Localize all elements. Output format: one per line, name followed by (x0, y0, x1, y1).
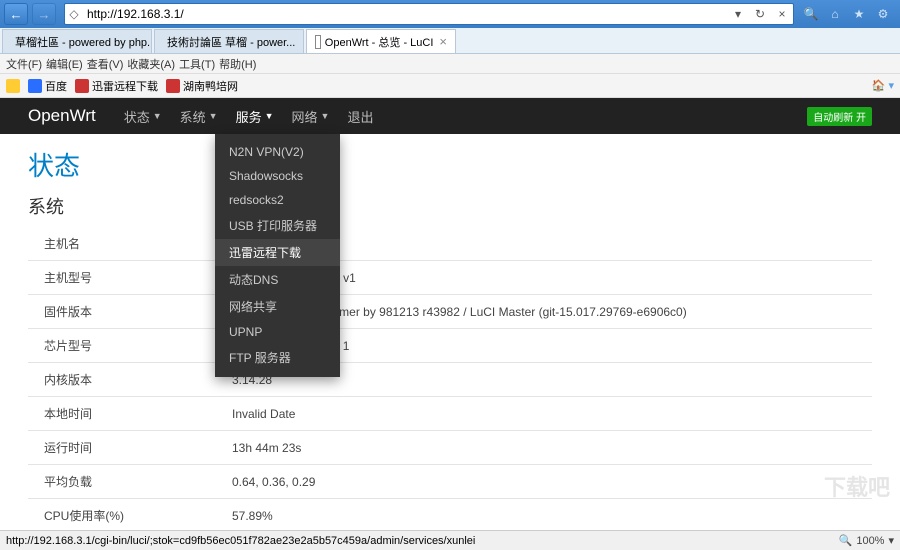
menu-file[interactable]: 文件(F) (6, 56, 42, 72)
services-dropdown: N2N VPN(V2)Shadowsocksredsocks2USB 打印服务器… (215, 134, 340, 377)
bookmark-xunlei[interactable]: 迅雷远程下载 (75, 78, 158, 94)
table-row: 本地时间Invalid Date (28, 397, 872, 431)
dropdown-item[interactable]: 迅雷远程下载 (215, 239, 340, 266)
chevron-down-icon: ▼ (209, 111, 218, 121)
table-row: CPU使用率(%)57.89% (28, 499, 872, 531)
row-value: 13h 44m 23s (228, 431, 872, 465)
system-info-table: 主机名OpenWrt主机型号TP-Link TL-MR3420 v1固件版本Op… (28, 227, 872, 530)
home-icon[interactable]: ⌂ (826, 5, 844, 23)
home-icon[interactable]: 🏠 ▾ (872, 79, 894, 92)
dropdown-item[interactable]: 网络共享 (215, 293, 340, 320)
address-bar: ◇ ▾ ↻ × (64, 3, 794, 25)
dropdown-item[interactable]: N2N VPN(V2) (215, 140, 340, 164)
favorites-button[interactable] (6, 79, 20, 93)
forward-button[interactable]: → (32, 3, 56, 25)
search-icon[interactable]: 🔍 (802, 5, 820, 23)
url-input[interactable] (83, 7, 727, 21)
gear-icon[interactable]: ⚙ (874, 5, 892, 23)
nav-status[interactable]: 状态▼ (124, 107, 162, 126)
star-icon (6, 79, 20, 93)
dropdown-item[interactable]: Shadowsocks (215, 164, 340, 188)
chevron-down-icon: ▼ (153, 111, 162, 121)
row-key: 内核版本 (28, 363, 228, 397)
dropdown-item[interactable]: UPNP (215, 320, 340, 344)
zoom-control[interactable]: 🔍 100% ▾ (839, 534, 894, 547)
table-row: 主机名OpenWrt (28, 227, 872, 261)
nav-logout[interactable]: 退出 (347, 107, 373, 126)
content-area: 状态 系统 主机名OpenWrt主机型号TP-Link TL-MR3420 v1… (0, 134, 900, 530)
table-row: 平均负载0.64, 0.36, 0.29 (28, 465, 872, 499)
menu-view[interactable]: 查看(V) (87, 56, 124, 72)
chevron-down-icon: ▼ (321, 111, 330, 121)
bookmarks-bar: 百度 迅雷远程下载 湖南鸭培网 🏠 ▾ (0, 74, 900, 98)
baidu-icon (28, 79, 42, 93)
page-title: 状态 (28, 146, 872, 183)
tab-label: 草榴社區 - powered by php... (15, 34, 152, 50)
row-key: 主机名 (28, 227, 228, 261)
tab-label: 技術討論區 草榴 - power... (167, 34, 295, 50)
row-key: CPU使用率(%) (28, 499, 228, 531)
tab-3[interactable]: OpenWrt - 总览 - LuCI × (306, 29, 456, 53)
row-value: 0.64, 0.36, 0.29 (228, 465, 872, 499)
table-row: 固件版本OpenWrt Chaos Calmer by 981213 r4398… (28, 295, 872, 329)
menu-favorites[interactable]: 收藏夹(A) (127, 56, 175, 72)
tab-bar: 草榴社區 - powered by php... 技術討論區 草榴 - powe… (0, 28, 900, 54)
close-icon[interactable]: × (439, 34, 447, 49)
section-system-heading: 系统 (28, 193, 872, 219)
tab-1[interactable]: 草榴社區 - powered by php... (2, 29, 152, 53)
tab-label: OpenWrt - 总览 - LuCI (325, 34, 434, 50)
dropdown-item[interactable]: redsocks2 (215, 188, 340, 212)
site-icon: ◇ (65, 7, 83, 21)
row-value: 57.89% (228, 499, 872, 531)
row-key: 主机型号 (28, 261, 228, 295)
bookmark-hunan[interactable]: 湖南鸭培网 (166, 78, 238, 94)
dropdown-item[interactable]: 动态DNS (215, 266, 340, 293)
dropdown-item[interactable]: FTP 服务器 (215, 344, 340, 371)
dropdown-icon[interactable]: ▾ (727, 7, 749, 21)
table-row: 内核版本3.14.28 (28, 363, 872, 397)
back-button[interactable]: ← (4, 3, 28, 25)
row-key: 运行时间 (28, 431, 228, 465)
table-row: 芯片型号Atheros AR7241 rev 1 (28, 329, 872, 363)
nav-system[interactable]: 系统▼ (180, 107, 218, 126)
table-row: 运行时间13h 44m 23s (28, 431, 872, 465)
bookmark-baidu[interactable]: 百度 (28, 78, 67, 94)
chrome-right-icons: 🔍 ⌂ ★ ⚙ (802, 5, 896, 23)
dropdown-item[interactable]: USB 打印服务器 (215, 212, 340, 239)
row-key: 固件版本 (28, 295, 228, 329)
tab-favicon (315, 35, 321, 49)
luci-navbar: OpenWrt 状态▼ 系统▼ 服务▼ 网络▼ 退出 自动刷新 开 (0, 98, 900, 134)
row-key: 芯片型号 (28, 329, 228, 363)
menu-edit[interactable]: 编辑(E) (46, 56, 83, 72)
star-icon[interactable]: ★ (850, 5, 868, 23)
address-bar-buttons: ▾ ↻ × (727, 7, 793, 21)
status-url: http://192.168.3.1/cgi-bin/luci/;stok=cd… (6, 535, 839, 547)
table-row: 主机型号TP-Link TL-MR3420 v1 (28, 261, 872, 295)
row-value: Invalid Date (228, 397, 872, 431)
stop-icon[interactable]: × (771, 7, 793, 21)
chevron-down-icon: ▼ (265, 111, 274, 121)
menu-tools[interactable]: 工具(T) (179, 56, 215, 72)
nav-services[interactable]: 服务▼ (236, 107, 274, 126)
back-icon: ← (10, 7, 23, 22)
auto-refresh-toggle[interactable]: 自动刷新 开 (807, 107, 872, 126)
forward-icon: → (38, 7, 51, 22)
row-key: 本地时间 (28, 397, 228, 431)
page-viewport: OpenWrt 状态▼ 系统▼ 服务▼ 网络▼ 退出 自动刷新 开 N2N VP… (0, 98, 900, 530)
browser-nav-bar: ← → ◇ ▾ ↻ × 🔍 ⌂ ★ ⚙ (0, 0, 900, 28)
row-key: 平均负载 (28, 465, 228, 499)
menu-bar: 文件(F) 编辑(E) 查看(V) 收藏夹(A) 工具(T) 帮助(H) (0, 54, 900, 74)
nav-network[interactable]: 网络▼ (292, 107, 330, 126)
xunlei-icon (75, 79, 89, 93)
menu-help[interactable]: 帮助(H) (219, 56, 256, 72)
status-bar: http://192.168.3.1/cgi-bin/luci/;stok=cd… (0, 530, 900, 550)
tab-2[interactable]: 技術討論區 草榴 - power... (154, 29, 304, 53)
luci-brand[interactable]: OpenWrt (28, 106, 96, 126)
refresh-icon[interactable]: ↻ (749, 7, 771, 21)
site-icon (166, 79, 180, 93)
